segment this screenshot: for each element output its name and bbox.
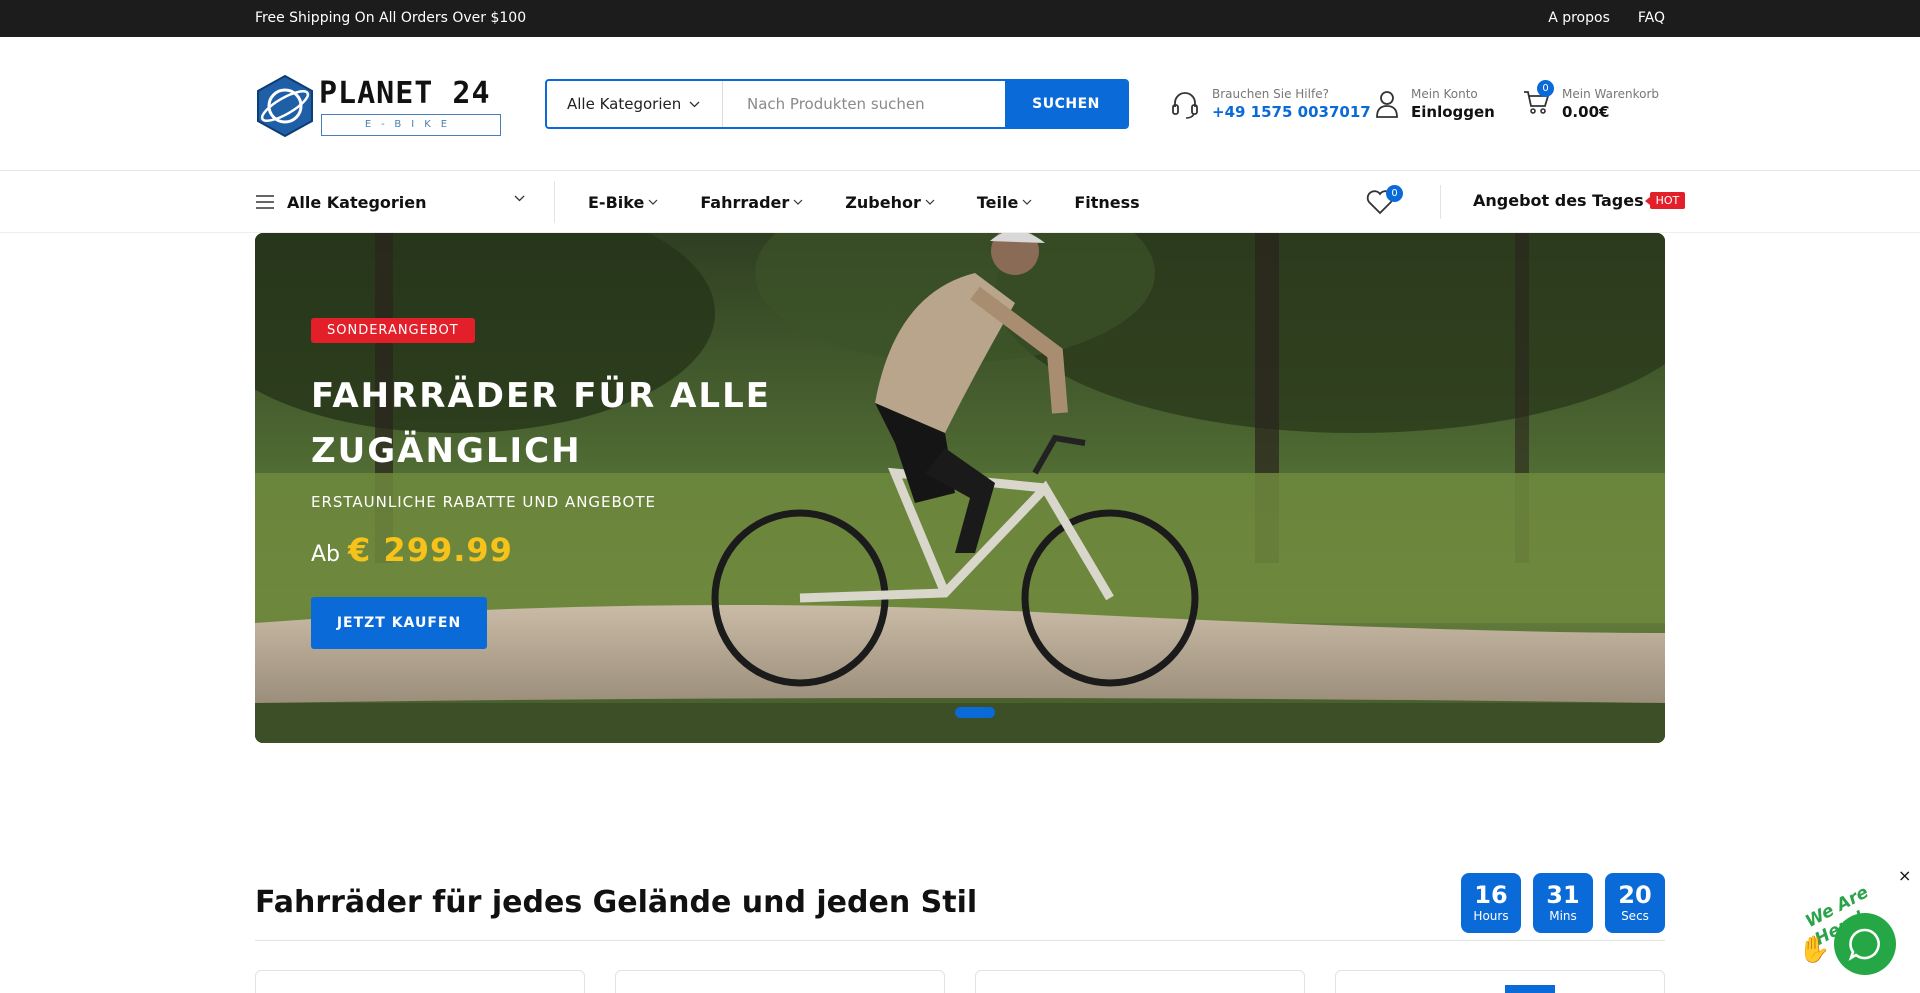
top-bar: Free Shipping On All Orders Over $100 A … [0, 0, 1920, 37]
planet-logo-icon [257, 74, 313, 138]
wishlist-count-badge: 0 [1386, 185, 1403, 202]
headset-icon [1172, 92, 1198, 119]
countdown-hours: 16 Hours [1461, 873, 1521, 933]
chat-bubble-icon [1848, 928, 1880, 961]
chevron-down-icon [1022, 199, 1032, 205]
countdown-label: Hours [1473, 909, 1509, 923]
chevron-down-icon [793, 199, 803, 205]
menu-label: Teile [976, 192, 1019, 212]
cart-icon-wrap: 0 [1522, 80, 1554, 120]
menu-label: Zubehor [845, 192, 921, 212]
logo-sub: E-BIKE [321, 114, 501, 136]
product-badge [1505, 985, 1555, 993]
waving-hand-icon: ✋ [1798, 935, 1831, 965]
wishlist-button[interactable]: 0 [1366, 185, 1403, 219]
chevron-down-icon [514, 195, 525, 202]
chevron-down-icon [689, 101, 700, 107]
all-categories-menu[interactable]: Alle Kategorien [255, 171, 525, 233]
header: PLANET 24 E-BIKE Alle Kategorien SUCHEN … [0, 37, 1920, 171]
search-input[interactable] [723, 81, 1005, 127]
hot-badge: HOT [1644, 192, 1686, 209]
cart-label: Mein Warenkorb [1562, 87, 1660, 101]
help-contact[interactable]: Brauchen Sie Hilfe? +49 1575 0037017 [1170, 87, 1371, 121]
logo-name: PLANET 24 [319, 76, 491, 111]
menu-item-teile[interactable]: Teile [977, 193, 1032, 212]
countdown-value: 20 [1618, 881, 1652, 909]
hero-banner: SONDERANGEBOT FAHRRÄDER FÜR ALLE ZUGÄNGL… [255, 233, 1665, 743]
section-title: Fahrräder für jedes Gelände und jeden St… [255, 885, 978, 920]
menu-label: E-Bike [588, 192, 645, 212]
search-button[interactable]: SUCHEN [1005, 81, 1127, 127]
price-amount: € 299.99 [348, 531, 513, 569]
nav-divider [1440, 185, 1441, 219]
deal-label: Angebot des Tages [1473, 191, 1644, 210]
cart-count-badge: 0 [1537, 80, 1554, 97]
menu-items: E-Bike Fahrrader Zubehor Teile Fitness [588, 171, 1140, 233]
help-label: Brauchen Sie Hilfe? [1212, 87, 1329, 101]
user-icon [1376, 91, 1398, 118]
menu-item-zubehor[interactable]: Zubehor [845, 193, 935, 212]
login-link[interactable]: Einloggen [1411, 103, 1495, 121]
countdown-value: 16 [1474, 881, 1508, 909]
countdown-mins: 31 Mins [1533, 873, 1593, 933]
cart-link[interactable]: 0 Mein Warenkorb 0.00€ [1522, 80, 1660, 121]
countdown-label: Mins [1549, 909, 1577, 923]
hero-subtitle: ERSTAUNLICHE RABATTE UND ANGEBOTE [311, 493, 657, 511]
chat-button[interactable] [1834, 913, 1896, 975]
countdown-secs: 20 Secs [1605, 873, 1665, 933]
shipping-notice: Free Shipping On All Orders Over $100 [255, 10, 527, 26]
product-card[interactable] [255, 970, 585, 993]
menu-label: Fahrrader [700, 192, 790, 212]
hero-title: FAHRRÄDER FÜR ALLE ZUGÄNGLICH [311, 376, 771, 471]
product-card[interactable] [1335, 970, 1665, 993]
section-divider [255, 940, 1665, 941]
all-categories-label: Alle Kategorien [287, 192, 427, 212]
countdown-label: Secs [1621, 909, 1649, 923]
deal-of-day-link[interactable]: Angebot des Tages HOT [1473, 191, 1686, 210]
about-link[interactable]: A propos [1548, 10, 1610, 26]
special-offer-tag: SONDERANGEBOT [311, 318, 475, 343]
hero-cyclist-image [255, 233, 1665, 743]
help-phone[interactable]: +49 1575 0037017 [1212, 103, 1371, 121]
product-card[interactable] [975, 970, 1305, 993]
menu-label: Fitness [1074, 192, 1140, 212]
search-bar: Alle Kategorien SUCHEN [545, 79, 1129, 129]
menu-item-fahrrader[interactable]: Fahrrader [700, 193, 803, 212]
search-category-label: Alle Kategorien [567, 95, 682, 113]
cart-total: 0.00€ [1562, 103, 1610, 121]
account-link[interactable]: Mein Konto Einloggen [1375, 87, 1495, 121]
faq-link[interactable]: FAQ [1638, 10, 1665, 26]
hamburger-icon [256, 195, 274, 209]
chevron-down-icon [648, 199, 658, 205]
menu-item-fitness[interactable]: Fitness [1074, 193, 1139, 212]
shop-now-button[interactable]: JETZT KAUFEN [311, 597, 487, 649]
search-category-select[interactable]: Alle Kategorien [547, 81, 723, 127]
menu-item-e-bike[interactable]: E-Bike [588, 193, 658, 212]
product-card[interactable] [615, 970, 945, 993]
price-prefix: Ab [311, 542, 341, 567]
slider-dot-active[interactable] [955, 707, 995, 718]
account-label: Mein Konto [1411, 87, 1478, 101]
hero-price: Ab € 299.99 [311, 531, 513, 569]
logo[interactable]: PLANET 24 E-BIKE [255, 72, 501, 140]
chevron-down-icon [925, 199, 935, 205]
nav-divider [554, 181, 555, 223]
countdown-value: 31 [1546, 881, 1580, 909]
top-links: A propos FAQ [1548, 10, 1665, 26]
main-nav: Alle Kategorien E-Bike Fahrrader Zubehor… [0, 171, 1920, 233]
